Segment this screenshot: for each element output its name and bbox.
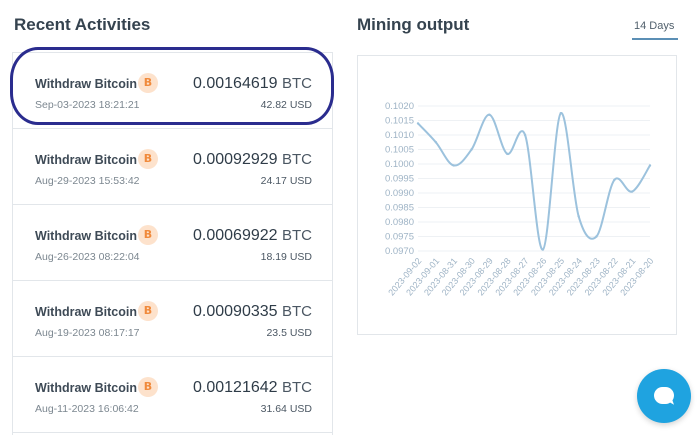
bitcoin-icon: B bbox=[138, 225, 158, 245]
activity-currency: BTC bbox=[282, 227, 312, 244]
series-line bbox=[417, 112, 651, 251]
y-tick-label: 0.1005 bbox=[385, 145, 414, 156]
recent-activities-title: Recent Activities bbox=[14, 15, 151, 34]
data-point bbox=[452, 164, 455, 167]
y-tick-label: 0.1000 bbox=[385, 159, 414, 170]
bitcoin-icon: B bbox=[138, 149, 158, 169]
activity-usd-value: 24.17 USD bbox=[260, 175, 312, 187]
data-point bbox=[559, 112, 562, 115]
data-point bbox=[541, 248, 545, 251]
activity-currency: BTC bbox=[282, 75, 312, 92]
activity-amount: 0.00164619 BTC bbox=[193, 75, 312, 92]
mining-output-title: Mining output bbox=[357, 15, 470, 34]
mining-output-chart: 0.1020 0.1015 0.1010 0.1005 0.1000 0.0995 0.09… bbox=[357, 55, 677, 335]
activity-row[interactable]: Withdraw Bitcoin B Sep-03-2023 18:21:21 … bbox=[13, 53, 332, 129]
y-tick-label: 0.0980 bbox=[385, 217, 414, 228]
activity-amount: 0.00121642 BTC bbox=[193, 379, 312, 396]
activity-label: Withdraw Bitcoin bbox=[35, 153, 137, 167]
activity-label: Withdraw Bitcoin bbox=[35, 229, 137, 243]
activity-row[interactable]: Withdraw Bitcoin B Aug-26-2023 08:22:04 … bbox=[13, 205, 332, 281]
activity-currency: BTC bbox=[282, 379, 312, 396]
y-tick-label: 0.0990 bbox=[385, 188, 414, 199]
data-point bbox=[416, 122, 420, 125]
activity-currency: BTC bbox=[282, 151, 312, 168]
data-point bbox=[630, 190, 634, 193]
activity-usd-value: 18.19 USD bbox=[260, 251, 312, 263]
activity-amount: 0.00090335 BTC bbox=[193, 303, 312, 320]
chat-button[interactable] bbox=[637, 369, 691, 423]
y-tick-label: 0.1010 bbox=[385, 130, 414, 141]
activity-date: Aug-11-2023 16:06:42 bbox=[35, 403, 139, 415]
data-point bbox=[613, 178, 616, 182]
bitcoin-icon: B bbox=[138, 301, 158, 321]
activity-label: Withdraw Bitcoin bbox=[35, 381, 137, 395]
data-point bbox=[648, 164, 652, 167]
data-point bbox=[523, 133, 527, 137]
activity-date: Sep-03-2023 18:21:21 bbox=[35, 99, 140, 111]
data-point bbox=[577, 215, 580, 218]
activity-row[interactable]: Withdraw Bitcoin B Aug-19-2023 08:17:17 … bbox=[13, 281, 332, 357]
activity-date: Aug-19-2023 08:17:17 bbox=[35, 327, 140, 339]
active-tab-indicator bbox=[632, 38, 678, 40]
activity-row[interactable]: Withdraw Bitcoin B Aug-29-2023 15:53:42 … bbox=[13, 129, 332, 205]
data-point bbox=[488, 113, 491, 116]
y-tick-label: 0.1015 bbox=[385, 116, 414, 127]
line-chart: 0.1020 0.1015 0.1010 0.1005 0.1000 0.0995 0.09… bbox=[385, 101, 656, 298]
activity-list: Withdraw Bitcoin B Sep-03-2023 18:21:21 … bbox=[12, 52, 333, 435]
activity-usd-value: 42.82 USD bbox=[260, 99, 312, 111]
activity-date: Aug-26-2023 08:22:04 bbox=[35, 251, 140, 263]
bitcoin-icon: B bbox=[138, 377, 158, 397]
range-tab-14-days[interactable]: 14 Days bbox=[634, 20, 674, 32]
activity-amount: 0.00069922 BTC bbox=[193, 227, 312, 244]
bitcoin-icon: B bbox=[138, 73, 158, 93]
activity-label: Withdraw Bitcoin bbox=[35, 305, 137, 319]
activity-usd-value: 31.64 USD bbox=[260, 403, 312, 415]
data-point bbox=[434, 141, 438, 144]
activity-currency: BTC bbox=[282, 303, 312, 320]
activity-label: Withdraw Bitcoin bbox=[35, 77, 137, 91]
y-tick-label: 0.0975 bbox=[385, 232, 414, 243]
data-point bbox=[595, 235, 598, 238]
y-tick-label: 0.0970 bbox=[385, 246, 414, 257]
y-tick-label: 0.0995 bbox=[385, 174, 414, 185]
data-point bbox=[470, 148, 473, 151]
activity-amount: 0.00092929 BTC bbox=[193, 151, 312, 168]
activity-date: Aug-29-2023 15:53:42 bbox=[35, 175, 140, 187]
activity-row[interactable]: Withdraw Bitcoin B Aug-11-2023 16:06:42 … bbox=[13, 357, 332, 433]
data-point bbox=[506, 152, 509, 156]
activity-usd-value: 23.5 USD bbox=[266, 327, 312, 339]
y-tick-label: 0.1020 bbox=[385, 101, 414, 112]
y-tick-label: 0.0985 bbox=[385, 203, 414, 214]
